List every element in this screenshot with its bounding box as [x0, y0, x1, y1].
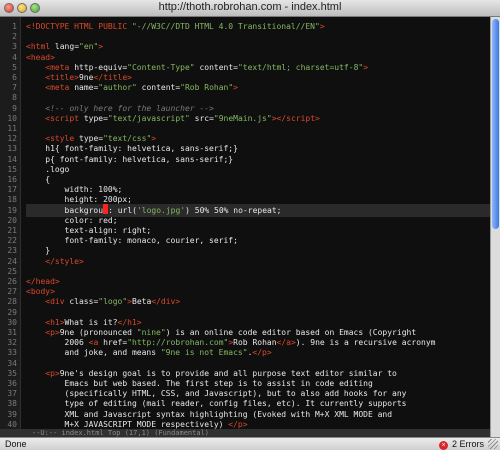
line-number: 3	[12, 42, 17, 52]
vertical-scrollbar[interactable]	[490, 17, 500, 437]
error-icon: ×	[438, 441, 448, 450]
line-number: 11	[7, 124, 17, 133]
line-number: 21	[7, 226, 17, 235]
line-number: 23	[7, 246, 17, 256]
line-number: 10	[7, 113, 17, 123]
line-number: 31	[7, 328, 17, 337]
line-number: 6	[12, 73, 17, 82]
line-number: 26	[7, 277, 17, 286]
line-number: 4	[12, 52, 17, 62]
line-number: 38	[7, 399, 17, 409]
status-bar: Done × 2 Errors	[0, 437, 500, 450]
resize-grip[interactable]	[488, 439, 498, 449]
status-text: Done	[5, 439, 27, 449]
line-number: 7	[12, 83, 17, 93]
line-number-gutter: 1 2 3 4 5 6 7 8 9 10 11 12 13 14 15 16 17 18 19 20 21 22 23 24 2…	[0, 17, 21, 437]
title-bar[interactable]: http://thoth.robrohan.com - index.html	[0, 0, 500, 17]
line-number: 8	[12, 93, 17, 103]
window-title: http://thoth.robrohan.com - index.html	[158, 1, 342, 13]
line-number: 5	[12, 62, 17, 72]
line-number: 13	[7, 144, 17, 154]
line-number: 20	[7, 215, 17, 225]
line-number: 1	[12, 22, 17, 31]
code-area[interactable]: <!DOCTYPE HTML PUBLIC "-//W3C//DTD HTML …	[26, 17, 490, 437]
error-count: 2 Errors	[451, 439, 484, 449]
line-number: 40	[7, 419, 17, 429]
line-number: 25	[7, 266, 17, 276]
line-number: 12	[7, 134, 17, 144]
line-number: 9	[12, 103, 17, 113]
scrollbar-thumb[interactable]	[492, 19, 499, 229]
line-number: 22	[7, 236, 17, 246]
line-number: 17	[7, 185, 17, 195]
line-number: 28	[7, 297, 17, 307]
line-number: 36	[7, 379, 17, 388]
line-number: 14	[7, 154, 17, 164]
line-number: 37	[7, 389, 17, 399]
line-number: 35	[7, 368, 17, 378]
line-number: 39	[7, 409, 17, 419]
mode-line: --U:-- index.html Top (17,1) (Fundamenta…	[0, 429, 490, 437]
line-number: 18	[7, 195, 17, 205]
line-number: 27	[7, 287, 17, 297]
line-number: 32	[7, 338, 17, 348]
line-number: 16	[7, 175, 17, 184]
line-number: 33	[7, 348, 17, 358]
line-number: 34	[7, 358, 17, 368]
line-number: 2	[12, 32, 17, 42]
line-number: 29	[7, 307, 17, 317]
line-number: 30	[7, 317, 17, 327]
line-number: 19	[7, 205, 17, 215]
code-editor[interactable]: 1 2 3 4 5 6 7 8 9 10 11 12 13 14 15 16 17 18 19 20 21 22 23 24 2…	[0, 17, 490, 437]
error-indicator[interactable]: × 2 Errors	[438, 439, 484, 450]
line-number: 24	[7, 256, 17, 266]
editor-window: http://thoth.robrohan.com - index.html 1…	[0, 0, 500, 450]
line-number: 15	[7, 164, 17, 174]
